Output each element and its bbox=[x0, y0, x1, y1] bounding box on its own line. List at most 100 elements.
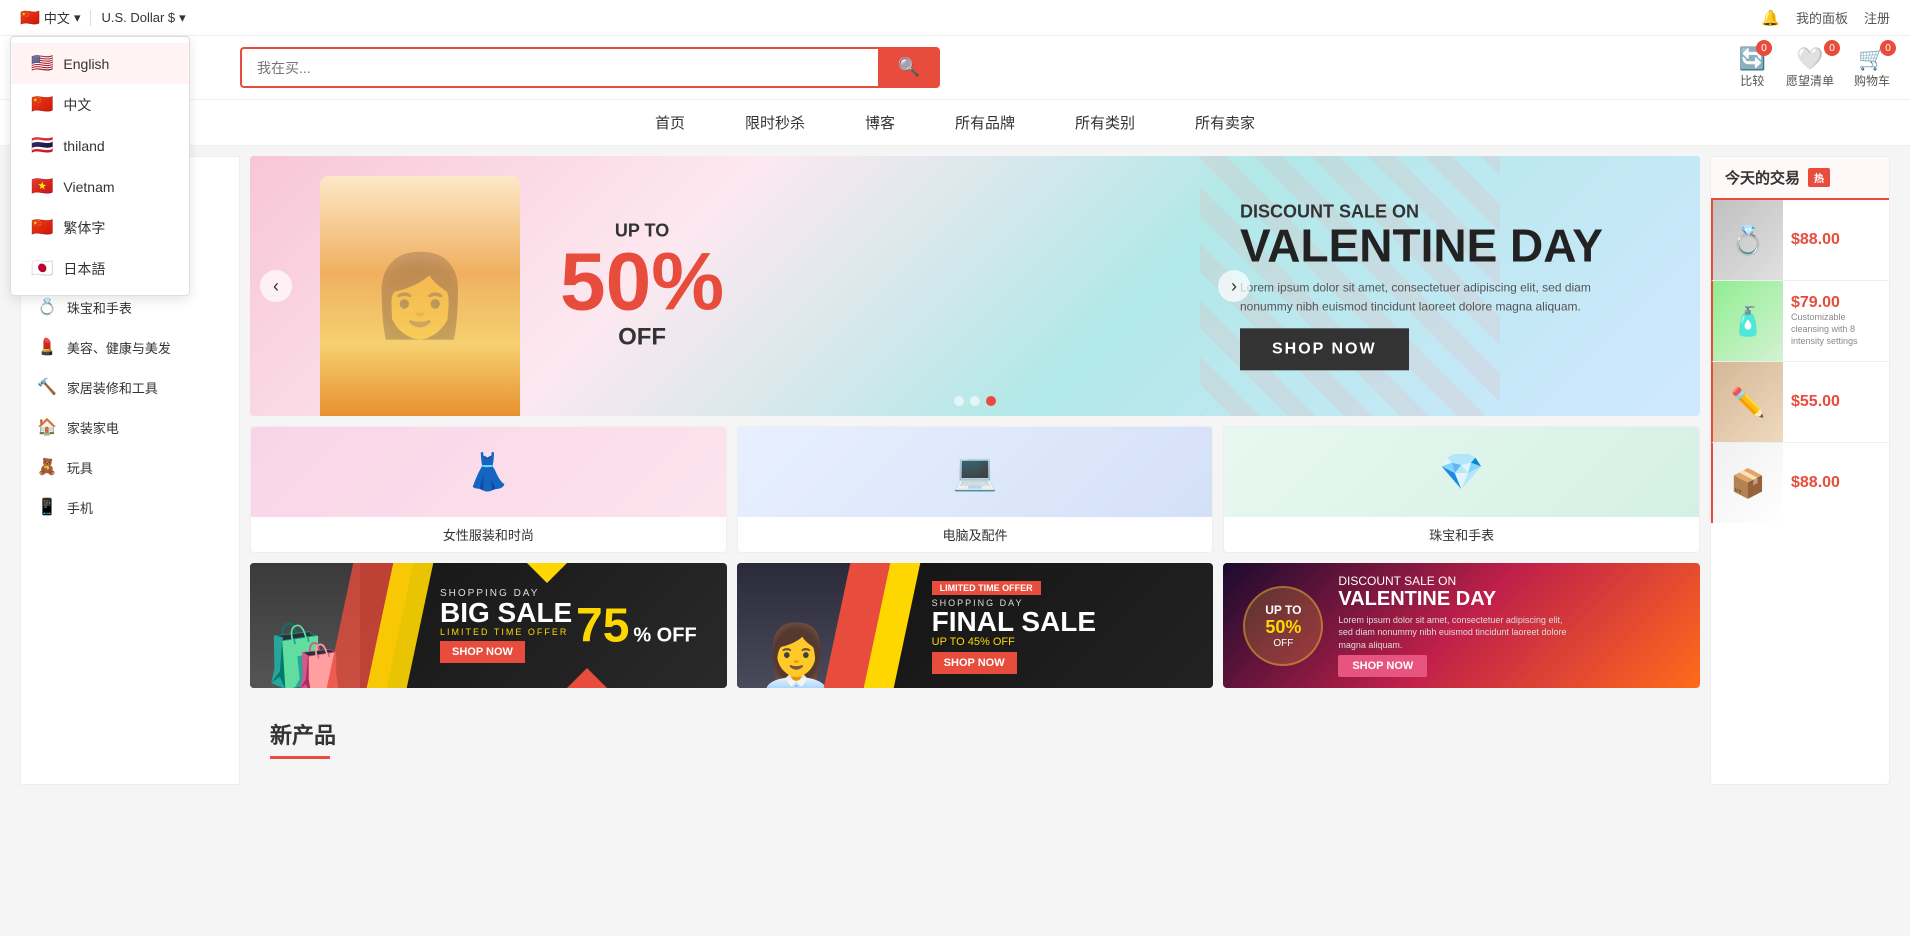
nav-home[interactable]: 首页 bbox=[655, 112, 685, 133]
lang-option-english[interactable]: 🇺🇸 English bbox=[11, 43, 189, 84]
top-bar-right: 🔔 我的面板 注册 bbox=[1761, 8, 1890, 27]
flag-cn-icon: 🇨🇳 bbox=[31, 94, 53, 115]
chevron-down-icon: ▾ bbox=[74, 10, 81, 26]
promo-1-percent: 75 % OFF bbox=[576, 598, 697, 653]
nav-categories[interactable]: 所有类别 bbox=[1075, 112, 1135, 133]
search-bar: 🔍 bbox=[240, 47, 940, 88]
header: IMS 🔍 🔄 0 比较 🤍 0 愿望清单 🛒 0 购物车 bbox=[0, 36, 1910, 100]
deal-image-1: 💍 bbox=[1713, 200, 1783, 280]
lang-option-japanese[interactable]: 🇯🇵 日本語 bbox=[11, 248, 189, 289]
hero-body-text: Lorem ipsum dolor sit amet, consectetuer… bbox=[1240, 278, 1620, 316]
promo-final-sale-banner[interactable]: 👩‍💼 LIMITED TIME OFFER SHOPPING DAY FINA… bbox=[737, 563, 1214, 688]
top-bar: 🇨🇳 中文 ▾ U.S. Dollar $ ▾ 🇺🇸 English 🇨🇳 中文… bbox=[0, 0, 1910, 36]
hero-right-content: DISCOUNT SALE ON VALENTINE DAY Lorem ips… bbox=[1240, 201, 1620, 370]
category-img-jewelry: 💎 bbox=[1224, 427, 1699, 517]
nav-blog[interactable]: 博客 bbox=[865, 112, 895, 133]
deal-item-3[interactable]: ✏️ $55.00 bbox=[1711, 362, 1889, 443]
promo-3-content: DISCOUNT SALE ON VALENTINE DAY Lorem ips… bbox=[1223, 564, 1588, 688]
beauty-icon: 💄 bbox=[37, 337, 57, 357]
hero-percent-block: UP TO 50% OFF bbox=[560, 221, 724, 352]
nav-brands[interactable]: 所有品牌 bbox=[955, 112, 1015, 133]
nav-flash-sale[interactable]: 限时秒杀 bbox=[745, 112, 805, 133]
cart-label: 购物车 bbox=[1854, 72, 1890, 89]
cart-button[interactable]: 🛒 0 购物车 bbox=[1854, 46, 1890, 89]
category-row: 👗 女性服装和时尚 💻 电脑及配件 💎 珠宝和手表 bbox=[250, 426, 1700, 553]
new-products-section: 新产品 bbox=[250, 708, 1700, 785]
hero-off: OFF bbox=[560, 324, 724, 352]
wishlist-button[interactable]: 🤍 0 愿望清单 bbox=[1786, 46, 1834, 89]
toys-icon: 🧸 bbox=[37, 457, 57, 477]
category-electronics[interactable]: 💻 电脑及配件 bbox=[737, 426, 1214, 553]
register-link[interactable]: 注册 bbox=[1864, 8, 1890, 27]
compare-badge: 0 bbox=[1756, 40, 1772, 56]
sidebar-item-phones[interactable]: 📱 手机 bbox=[21, 487, 239, 527]
sidebar-item-beauty[interactable]: 💄 美容、健康与美发 bbox=[21, 327, 239, 367]
promo-2-final-sale: FINAL SALE bbox=[932, 608, 1096, 636]
category-label-jewelry: 珠宝和手表 bbox=[1421, 517, 1502, 552]
lang-label: thiland bbox=[63, 138, 104, 154]
lang-label: 日本語 bbox=[63, 259, 105, 279]
promo-2-limited: LIMITED TIME OFFER bbox=[932, 581, 1041, 595]
nav-sellers[interactable]: 所有卖家 bbox=[1195, 112, 1255, 133]
language-dropdown: 🇺🇸 English 🇨🇳 中文 🇹🇭 thiland 🇻🇳 Vietnam 🇨… bbox=[10, 36, 190, 296]
promo-1-shop-now-button[interactable]: SHOP NOW bbox=[440, 641, 525, 663]
flag-jp-icon: 🇯🇵 bbox=[31, 258, 53, 279]
hero-dot-1[interactable] bbox=[954, 396, 964, 406]
top-bar-left: 🇨🇳 中文 ▾ U.S. Dollar $ ▾ 🇺🇸 English 🇨🇳 中文… bbox=[20, 8, 186, 28]
category-img-women: 👗 bbox=[251, 427, 726, 517]
category-women-fashion[interactable]: 👗 女性服装和时尚 bbox=[250, 426, 727, 553]
category-jewelry[interactable]: 💎 珠宝和手表 bbox=[1223, 426, 1700, 553]
hero-prev-button[interactable]: ‹ bbox=[260, 270, 292, 302]
compare-button[interactable]: 🔄 0 比较 bbox=[1739, 46, 1766, 89]
deal-image-2: 🧴 bbox=[1713, 281, 1783, 361]
wishlist-label: 愿望清单 bbox=[1786, 72, 1834, 89]
category-label-women: 女性服装和时尚 bbox=[435, 517, 542, 552]
deal-item-2[interactable]: 🧴 $79.00 Customizable cleansing with 8 i… bbox=[1711, 281, 1889, 362]
tools-icon: 🔨 bbox=[37, 377, 57, 397]
search-button[interactable]: 🔍 bbox=[878, 47, 940, 88]
deal-price-3: $55.00 bbox=[1791, 393, 1881, 411]
dashboard-link[interactable]: 我的面板 bbox=[1796, 8, 1848, 27]
lang-option-thiland[interactable]: 🇹🇭 thiland bbox=[11, 125, 189, 166]
deal-price-2: $79.00 bbox=[1791, 294, 1881, 312]
hero-model: 👩 bbox=[320, 176, 520, 416]
language-selector[interactable]: 🇨🇳 中文 ▾ bbox=[20, 8, 80, 28]
promo-3-shop-now-button[interactable]: SHOP NOW bbox=[1338, 655, 1427, 677]
main-container: 👔 男士服装和时尚 💻 电脑及配件 🏃 运动与户外 💍 珠宝和手表 💄 美容、健… bbox=[0, 146, 1910, 795]
header-actions: 🔄 0 比较 🤍 0 愿望清单 🛒 0 购物车 bbox=[1739, 46, 1890, 89]
hero-dot-2[interactable] bbox=[970, 396, 980, 406]
promo-2-shop-now-button[interactable]: SHOP NOW bbox=[932, 652, 1017, 674]
lang-option-chinese[interactable]: 🇨🇳 中文 bbox=[11, 84, 189, 125]
flag-th-icon: 🇹🇭 bbox=[31, 135, 53, 156]
lang-option-traditional[interactable]: 🇨🇳 繁体字 bbox=[11, 207, 189, 248]
cart-badge: 0 bbox=[1880, 40, 1896, 56]
flag-tw-icon: 🇨🇳 bbox=[31, 217, 53, 238]
promo-big-sale-banner[interactable]: 🛍️ SHOPPING DAY BIG SALE LIMITED TIME OF… bbox=[250, 563, 727, 688]
promo-valentine-banner[interactable]: UP TO 50% OFF DISCOUNT SALE ON VALENTINE… bbox=[1223, 563, 1700, 688]
sidebar-item-toys[interactable]: 🧸 玩具 bbox=[21, 447, 239, 487]
nav-bar: 首页 限时秒杀 博客 所有品牌 所有类别 所有卖家 bbox=[0, 100, 1910, 146]
deals-title: 今天的交易 bbox=[1725, 167, 1800, 188]
currency-selector[interactable]: U.S. Dollar $ ▾ bbox=[90, 10, 185, 26]
deal-item-1[interactable]: 💍 $88.00 bbox=[1711, 200, 1889, 281]
section-underline bbox=[270, 756, 330, 759]
hero-dot-3[interactable] bbox=[986, 396, 996, 406]
wishlist-badge: 0 bbox=[1824, 40, 1840, 56]
deals-panel: 今天的交易 热 💍 $88.00 🧴 $79.00 Customizable c… bbox=[1710, 156, 1890, 785]
hero-title: VALENTINE DAY bbox=[1240, 222, 1620, 268]
sidebar-item-appliances[interactable]: 🏠 家装家电 bbox=[21, 407, 239, 447]
search-input[interactable] bbox=[240, 47, 878, 88]
deals-header: 今天的交易 热 bbox=[1711, 157, 1889, 200]
promo-row: 🛍️ SHOPPING DAY BIG SALE LIMITED TIME OF… bbox=[250, 563, 1700, 688]
hero-next-button[interactable]: › bbox=[1218, 270, 1250, 302]
deal-price-1: $88.00 bbox=[1791, 231, 1881, 249]
sidebar-item-home-tools[interactable]: 🔨 家居装修和工具 bbox=[21, 367, 239, 407]
lang-label: 中文 bbox=[63, 95, 91, 115]
deal-item-4[interactable]: 📦 $88.00 bbox=[1711, 443, 1889, 523]
notification-bell-icon[interactable]: 🔔 bbox=[1761, 9, 1780, 27]
promo-1-content: SHOPPING DAY BIG SALE LIMITED TIME OFFER… bbox=[360, 578, 582, 673]
new-products-title: 新产品 bbox=[270, 718, 1680, 750]
hero-shop-now-button[interactable]: SHOP NOW bbox=[1240, 329, 1409, 371]
lang-option-vietnam[interactable]: 🇻🇳 Vietnam bbox=[11, 166, 189, 207]
lang-label: Vietnam bbox=[63, 179, 114, 195]
